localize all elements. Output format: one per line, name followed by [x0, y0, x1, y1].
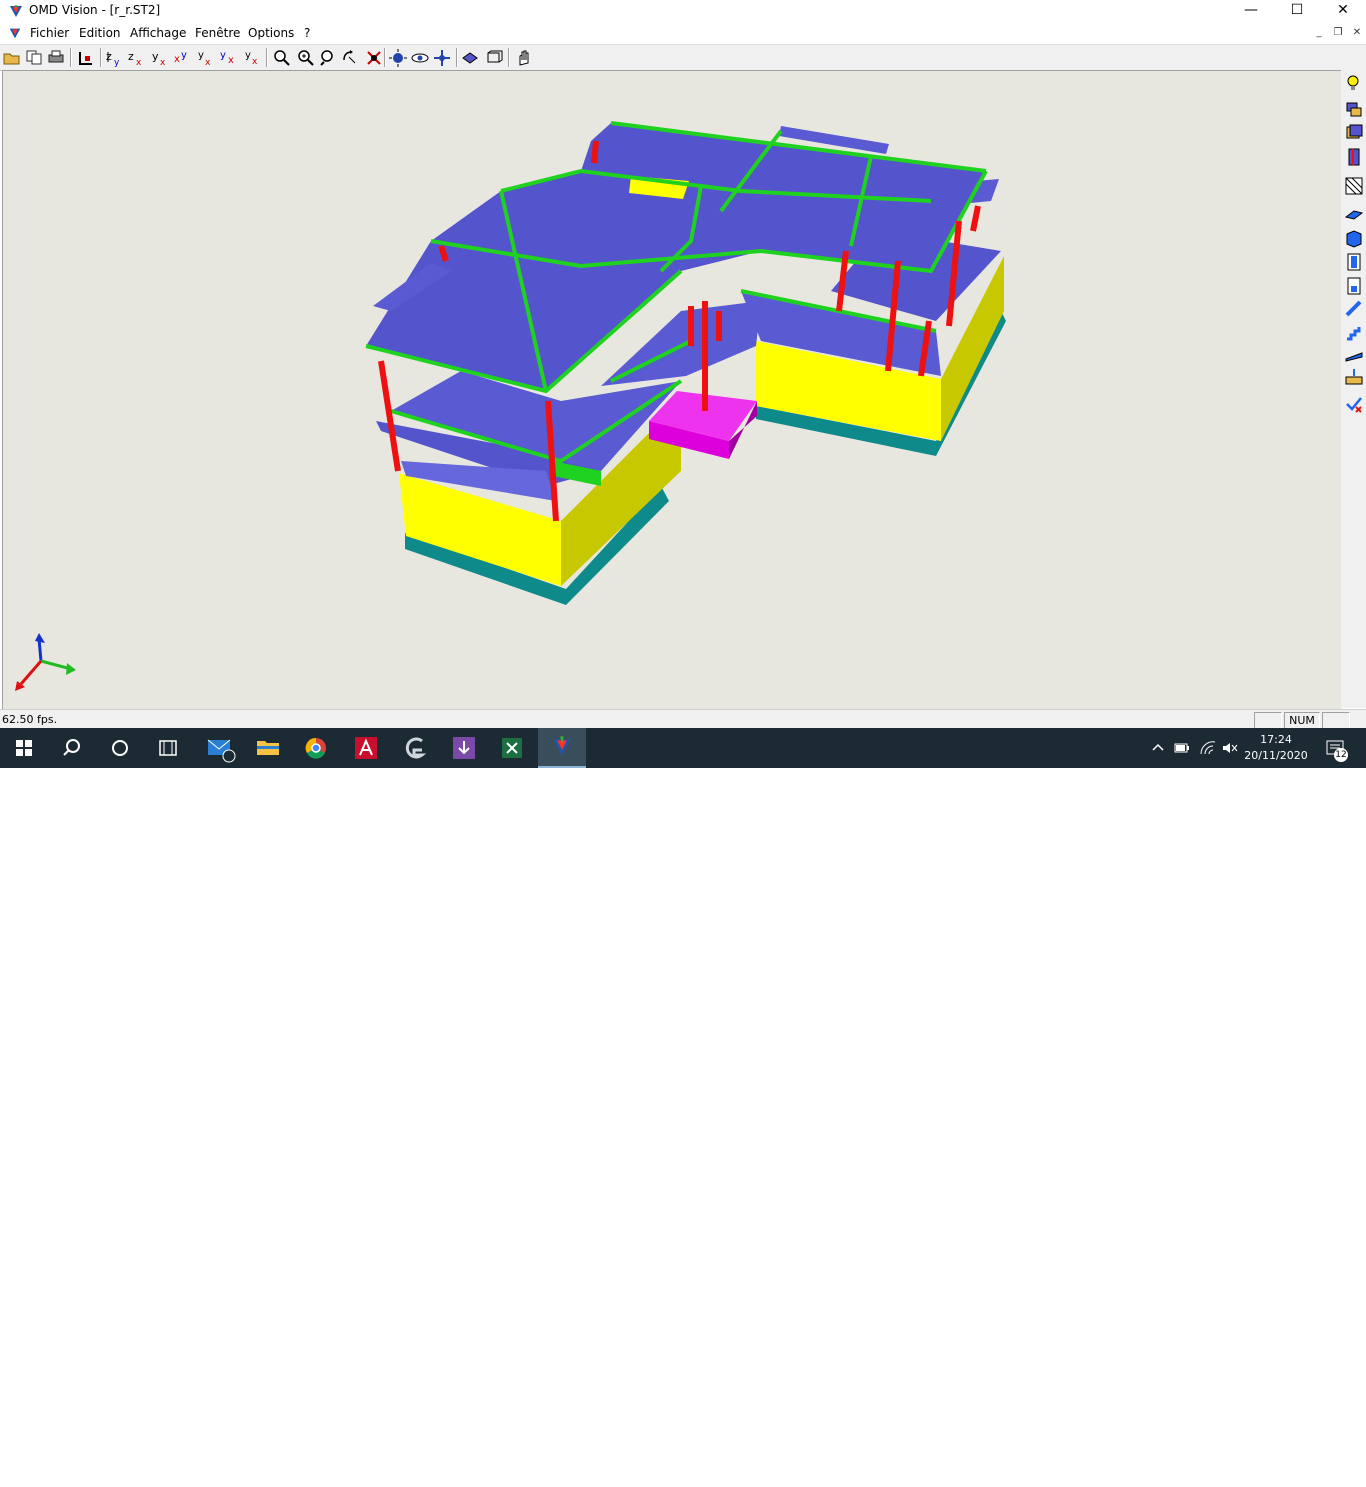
ramp-icon[interactable] [1344, 345, 1364, 365]
slab-icon[interactable] [1344, 205, 1364, 225]
menu-edition[interactable]: Edition [79, 26, 121, 40]
svg-text:y: y [220, 50, 226, 61]
svg-text:y: y [198, 50, 204, 61]
status-bar: 62.50 fps. NUM [0, 709, 1366, 729]
status-panel-caps [1254, 712, 1282, 729]
svg-text:y: y [181, 50, 187, 61]
column-icon[interactable] [1344, 147, 1364, 167]
zoom-out-icon[interactable] [318, 48, 338, 67]
target-icon[interactable] [364, 48, 384, 67]
layers-icon[interactable] [1344, 100, 1364, 120]
svg-text:x: x [228, 55, 234, 66]
box-icon[interactable] [1344, 122, 1364, 142]
mdi-close-button[interactable]: ✕ [1349, 26, 1365, 40]
svg-text:y: y [152, 50, 159, 63]
document-icon[interactable] [8, 26, 22, 40]
status-panel-num: NUM [1284, 712, 1320, 729]
svg-text:y: y [245, 50, 251, 61]
menu-options[interactable]: Options [248, 26, 294, 40]
clock[interactable]: 17:24 20/11/2020 [1236, 732, 1316, 764]
chevron-up-icon[interactable] [1150, 740, 1166, 756]
autocad-icon[interactable] [342, 728, 390, 768]
column2-icon[interactable] [1344, 252, 1364, 272]
check-icon[interactable] [1344, 394, 1364, 414]
rotate-icon[interactable] [340, 48, 360, 67]
render-icon[interactable] [460, 48, 480, 67]
diagonal-icon[interactable] [1344, 299, 1364, 319]
chrome-icon[interactable] [292, 728, 340, 768]
excel-icon[interactable] [488, 728, 536, 768]
menu-fenetre[interactable]: Fenêtre [195, 26, 240, 40]
close-button[interactable]: ✕ [1320, 0, 1366, 22]
status-panel-scroll [1322, 712, 1350, 729]
zoom-fit-icon[interactable] [272, 48, 292, 67]
load-icon[interactable] [1344, 367, 1364, 387]
maximize-button[interactable]: ☐ [1274, 0, 1320, 22]
title-bar: OMD Vision - [r_r.ST2] — ☐ ✕ [0, 0, 1366, 22]
omd-vision-taskbar-icon[interactable] [538, 728, 586, 768]
axis-triad [15, 633, 76, 691]
wifi-icon[interactable] [1199, 740, 1217, 756]
wireframe-icon[interactable] [484, 48, 504, 67]
y-x-icon[interactable]: yx [150, 48, 170, 67]
copy-icon[interactable] [24, 48, 44, 67]
light-icon[interactable] [388, 48, 408, 67]
z-x-icon[interactable]: zx [126, 48, 146, 67]
eye-icon[interactable] [410, 48, 430, 67]
svg-text:x: x [205, 58, 211, 67]
mdi-minimize-button[interactable]: _ [1311, 26, 1327, 40]
svg-text:x: x [174, 54, 180, 65]
svg-text:z: z [106, 50, 112, 63]
notification-count-badge: 12 [1334, 748, 1348, 762]
svg-text:y: y [114, 58, 120, 67]
graitec-icon[interactable] [390, 728, 438, 768]
stair-icon[interactable] [1344, 322, 1364, 342]
3d-viewport[interactable] [2, 70, 1342, 709]
z-y-icon[interactable]: zy [104, 48, 124, 67]
zoom-in-icon[interactable] [296, 48, 316, 67]
main-toolbar: zy zx yx xy yx yx yx [0, 44, 1366, 71]
mesh-icon[interactable] [1344, 176, 1364, 196]
task-view-icon[interactable] [144, 728, 192, 768]
beam-icon[interactable] [1344, 276, 1364, 296]
menu-help[interactable]: ? [304, 26, 310, 40]
clock-time: 17:24 [1260, 733, 1292, 746]
pan-icon[interactable] [432, 48, 452, 67]
omd-app-icon [10, 5, 22, 17]
taskbar: 7 17:24 20/11/2020 12 [0, 728, 1366, 1487]
print-icon[interactable] [46, 48, 66, 67]
battery-icon[interactable] [1173, 740, 1191, 756]
search-icon[interactable] [48, 728, 96, 768]
file-explorer-icon[interactable] [244, 728, 292, 768]
svg-text:z: z [128, 50, 134, 63]
y-x2-icon[interactable]: yx [196, 48, 216, 67]
cortana-icon[interactable] [96, 728, 144, 768]
hand-icon[interactable] [514, 48, 534, 67]
mail-badge: 7 [227, 1477, 233, 1487]
arche-icon[interactable] [440, 728, 488, 768]
fps-readout: 62.50 fps. [2, 713, 58, 726]
minimize-button[interactable]: — [1228, 0, 1274, 22]
menu-bar: Fichier Edition Affichage Fenêtre Option… [0, 23, 1366, 43]
bulb-icon[interactable] [1344, 73, 1364, 93]
svg-text:x: x [160, 58, 166, 67]
wall-icon[interactable] [1344, 228, 1364, 248]
window-title: OMD Vision - [r_r.ST2] [29, 3, 161, 17]
export-icon[interactable] [76, 48, 96, 67]
right-toolbar [1341, 70, 1366, 708]
windows-start-icon[interactable] [0, 728, 48, 768]
y-x3-icon[interactable]: yx [218, 48, 238, 67]
structure-model[interactable] [3, 71, 1342, 709]
mdi-restore-button[interactable]: ❐ [1330, 26, 1346, 40]
open-icon[interactable] [2, 48, 22, 67]
menu-fichier[interactable]: Fichier [30, 26, 69, 40]
svg-text:x: x [252, 57, 258, 67]
y-x4-icon[interactable]: yx [242, 48, 262, 67]
mail-icon[interactable] [196, 728, 244, 768]
svg-text:x: x [136, 58, 142, 67]
clock-date: 20/11/2020 [1244, 749, 1308, 762]
x-y-icon[interactable]: xy [172, 48, 192, 67]
menu-affichage[interactable]: Affichage [130, 26, 186, 40]
